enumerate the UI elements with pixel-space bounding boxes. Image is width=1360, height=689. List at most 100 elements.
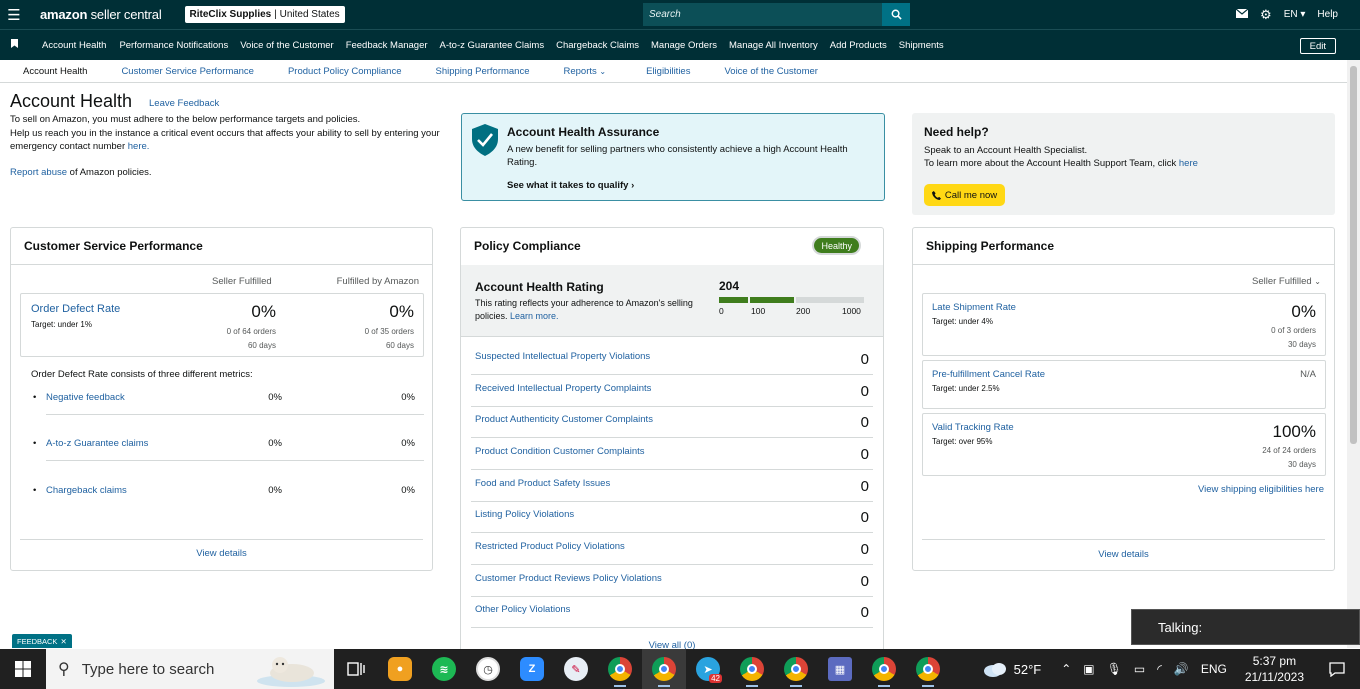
search-button[interactable] [882,3,910,26]
zoom-icon[interactable]: Z [510,649,554,689]
leave-feedback-link[interactable]: Leave Feedback [149,98,219,109]
odr-seller-orders: 0 of 64 orders 60 days [227,325,276,353]
chrome-icon[interactable] [774,649,818,689]
chrome-icon[interactable] [906,649,950,689]
nav-item-atoz-claims[interactable]: A-to-z Guarantee Claims [440,40,545,51]
scrollbar-thumb[interactable] [1350,66,1357,444]
page-scrollbar[interactable] [1347,60,1360,648]
policy-row-link[interactable]: Received Intellectual Property Complaint… [475,383,651,394]
taskbar-clock[interactable]: 5:37 pm 21/11/2023 [1245,653,1304,685]
weather-widget[interactable]: 52°F [982,660,1042,678]
calculator-icon[interactable]: ▦ [818,649,862,689]
windows-start-button[interactable] [0,649,46,689]
policy-row-link[interactable]: Food and Product Safety Issues [475,478,610,489]
vtr-target: Target: over 95% [932,437,993,446]
phone-icon [931,190,941,200]
nav-item-chargeback-claims[interactable]: Chargeback Claims [556,40,639,51]
language-selector[interactable]: EN ▾ [1284,9,1306,20]
paint-icon[interactable]: ✎ [554,649,598,689]
qualify-link[interactable]: See what it takes to qualify › [507,180,634,191]
policy-row-link[interactable]: Product Condition Customer Complaints [475,446,645,457]
search-icon: ⚲ [58,661,70,678]
bookmark-icon[interactable] [0,39,28,51]
valid-tracking-rate-link[interactable]: Valid Tracking Rate [932,422,1014,433]
csp-view-details-link[interactable]: View details [11,548,432,559]
gear-icon[interactable]: ⚙ [1260,7,1272,23]
edit-nav-button[interactable]: Edit [1299,38,1336,54]
weather-temp: 52°F [1013,661,1042,677]
need-help-title: Need help? [924,125,989,139]
shipping-title: Shipping Performance [926,239,1055,253]
close-icon[interactable]: ✕ [60,637,66,646]
nav-item-voice-of-customer[interactable]: Voice of the Customer [240,40,333,51]
ahr-learn-more-link[interactable]: Learn more. [510,311,559,321]
chevron-right-icon: › [631,180,635,191]
tab-reports[interactable]: Reports ⌄ [564,66,607,77]
battery-icon[interactable]: ▭ [1134,662,1145,676]
atoz-claims-link[interactable]: A-to-z Guarantee claims [46,438,148,449]
tab-shipping-performance[interactable]: Shipping Performance [436,66,530,77]
clock-app-icon[interactable]: ◷ [466,649,510,689]
search-input[interactable] [643,3,882,26]
hamburger-icon[interactable]: ☰ [0,0,28,29]
nav-item-manage-inventory[interactable]: Manage All Inventory [729,40,818,51]
nav-item-add-products[interactable]: Add Products [830,40,887,51]
call-me-now-label: Call me now [944,189,998,201]
pre-fulfillment-cancel-rate-link[interactable]: Pre-fulfillment Cancel Rate [932,369,1045,380]
mail-icon[interactable] [1235,8,1249,21]
policy-row-link[interactable]: Product Authenticity Customer Complaints [475,414,653,425]
odr-consists-text: Order Defect Rate consists of three diff… [31,369,253,380]
support-team-link[interactable]: here [1179,158,1198,169]
odr-fba-orders: 0 of 35 orders 60 days [365,325,414,353]
call-me-now-button[interactable]: Call me now [924,184,1005,206]
chrome-icon[interactable] [598,649,642,689]
negative-feedback-link[interactable]: Negative feedback [46,392,125,403]
nav-item-feedback-manager[interactable]: Feedback Manager [346,40,428,51]
task-view-icon[interactable] [334,649,378,689]
nav-item-performance-notifications[interactable]: Performance Notifications [119,40,228,51]
list-item: • Chargeback claims 0% 0% [31,485,424,509]
chrome-icon[interactable] [862,649,906,689]
emergency-contact-link[interactable]: here. [128,141,150,152]
policy-row-link[interactable]: Listing Policy Violations [475,509,574,520]
policy-row-link[interactable]: Restricted Product Policy Violations [475,541,625,552]
order-defect-rate-link[interactable]: Order Defect Rate [31,303,120,315]
top-right-controls: ⚙ EN ▾ Help [1235,0,1338,29]
tray-chevron-up-icon[interactable]: ⌃ [1061,662,1071,676]
chrome-icon[interactable] [730,649,774,689]
telegram-icon[interactable]: ➤ 42 [686,649,730,689]
policy-row-link[interactable]: Other Policy Violations [475,604,570,615]
meet-now-icon[interactable]: ▣ [1083,662,1094,676]
seller-central-logo[interactable]: amazon seller central [40,7,162,22]
policy-row-link[interactable]: Suspected Intellectual Property Violatio… [475,351,650,362]
policy-row-link[interactable]: Customer Product Reviews Policy Violatio… [475,573,662,584]
microphone-icon[interactable]: 🎙 [1107,662,1122,676]
app-icon-game[interactable]: ● [378,649,422,689]
chargeback-claims-link[interactable]: Chargeback claims [46,485,127,496]
active-indicator [878,685,890,687]
nav-item-account-health[interactable]: Account Health [42,40,106,51]
nav-item-manage-orders[interactable]: Manage Orders [651,40,717,51]
tab-eligibilities[interactable]: Eligibilities [646,66,690,77]
tab-product-policy-compliance[interactable]: Product Policy Compliance [288,66,402,77]
input-language[interactable]: ENG [1201,662,1227,676]
volume-icon[interactable]: 🔊 [1174,662,1189,676]
tab-account-health[interactable]: Account Health [23,66,87,77]
store-name: RiteClix Supplies [189,9,272,20]
late-shipment-rate-link[interactable]: Late Shipment Rate [932,302,1016,313]
tab-customer-service-performance[interactable]: Customer Service Performance [121,66,254,77]
nav-item-shipments[interactable]: Shipments [899,40,944,51]
notification-icon[interactable] [1322,661,1352,677]
spotify-icon[interactable]: ≋ [422,649,466,689]
feedback-tab[interactable]: FEEDBACK ✕ [12,634,72,648]
chrome-icon[interactable] [642,649,686,689]
fulfillment-filter-dropdown[interactable]: Seller Fulfilled ⌄ [1252,276,1321,287]
wifi-icon[interactable]: ◜ [1157,662,1162,676]
shipping-eligibilities-link[interactable]: View shipping eligibilities here [1198,484,1324,495]
shipping-view-details-link[interactable]: View details [913,549,1334,560]
taskbar-search[interactable]: ⚲ Type here to search [46,649,334,689]
report-abuse-link[interactable]: Report abuse [10,167,67,178]
store-selector[interactable]: RiteClix Supplies | United States [184,6,345,23]
help-link[interactable]: Help [1317,9,1338,20]
tab-voice-of-customer[interactable]: Voice of the Customer [724,66,817,77]
